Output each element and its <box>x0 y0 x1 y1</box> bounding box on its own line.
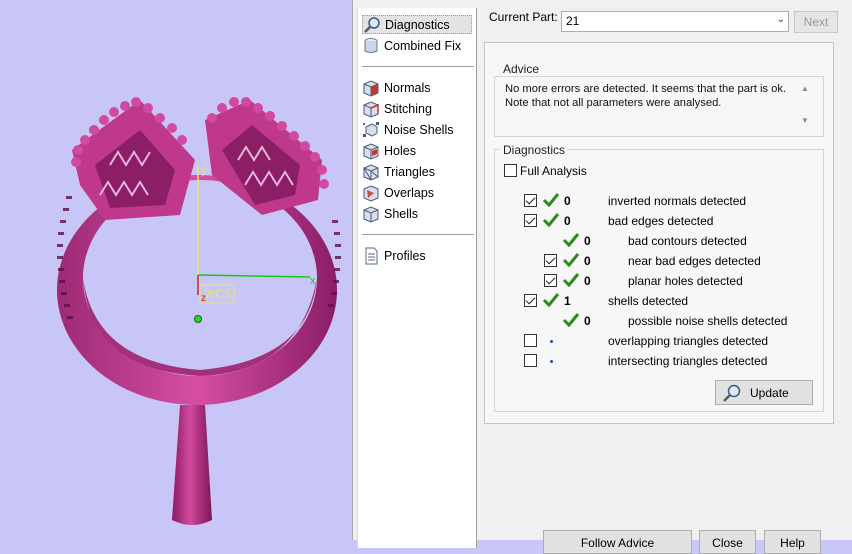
document-icon <box>365 247 378 264</box>
magnifier-icon <box>364 16 380 33</box>
close-label: Close <box>712 536 743 550</box>
green-check-icon <box>562 233 580 248</box>
nav-item-profiles[interactable]: Profiles <box>362 246 472 265</box>
holes-icon <box>363 142 379 160</box>
planar-holes-count: 0 <box>584 274 591 288</box>
wcs-label: WCS <box>204 287 232 301</box>
near-bad-edges-count: 0 <box>584 254 591 268</box>
green-check-icon <box>562 253 580 268</box>
advice-line: No more errors are detected. It seems th… <box>505 83 787 95</box>
nav-item-label: Holes <box>384 143 416 158</box>
nav-separator <box>362 234 474 236</box>
current-part-value: 21 <box>566 14 580 28</box>
triangles-icon <box>363 163 379 181</box>
follow-advice-button[interactable]: Follow Advice <box>543 530 692 554</box>
bad-contours-count: 0 <box>584 234 591 248</box>
nav-item-diagnostics[interactable]: Diagnostics <box>362 15 472 34</box>
diagnostics-title: Diagnostics <box>500 143 569 157</box>
planar-holes-checkbox[interactable] <box>544 274 557 287</box>
nav-item-noise-shells[interactable]: Noise Shells <box>362 120 472 139</box>
magnifier-icon <box>723 384 741 402</box>
axis-x-label: x <box>310 275 316 287</box>
nav-item-label: Combined Fix <box>384 38 462 53</box>
overlapping-triangles-label: overlapping triangles detected <box>608 334 769 348</box>
green-check-icon <box>542 213 560 228</box>
scroll-down-icon[interactable]: ▼ <box>801 116 809 125</box>
green-check-icon <box>562 273 580 288</box>
nav-item-normals[interactable]: Normals <box>362 78 472 97</box>
chevron-down-icon: ⌄ <box>776 14 785 25</box>
ring-model-view <box>57 97 341 525</box>
nav-item-label: Stitching <box>384 101 432 116</box>
nav-item-combined-fix[interactable]: Combined Fix <box>362 36 472 55</box>
update-button-label: Update <box>750 385 789 400</box>
overlaps-icon <box>363 184 379 202</box>
bad-edges-label: bad edges detected <box>608 214 714 228</box>
shells-label: shells detected <box>608 294 689 308</box>
inverted-normals-checkbox[interactable] <box>524 194 537 207</box>
full-analysis-checkbox[interactable] <box>504 164 517 177</box>
bad-edges-checkbox[interactable] <box>524 214 537 227</box>
near-bad-edges-label: near bad edges detected <box>628 254 761 268</box>
stitching-icon <box>363 100 379 118</box>
help-label: Help <box>780 536 805 550</box>
green-check-icon <box>542 293 560 308</box>
3d-viewport[interactable]: y x z WCS <box>0 0 352 540</box>
help-button[interactable]: Help <box>764 530 821 554</box>
advice-scrollbar[interactable]: ▲ ▼ <box>797 80 814 130</box>
axis-y-label: y <box>201 165 207 177</box>
bad-contours-label: bad contours detected <box>628 234 747 248</box>
scroll-up-icon[interactable]: ▲ <box>801 84 809 93</box>
advice-line: Note that not all parameters were analys… <box>505 97 722 109</box>
nav-item-label: Diagnostics <box>385 17 450 32</box>
nav-item-stitching[interactable]: Stitching <box>362 99 472 118</box>
current-part-select[interactable]: 21 ⌄ <box>561 11 789 32</box>
near-bad-edges-checkbox[interactable] <box>544 254 557 267</box>
dialog-top-edge <box>353 0 852 8</box>
noise-shells-label: possible noise shells detected <box>628 314 788 328</box>
intersecting-triangles-checkbox[interactable] <box>524 354 537 367</box>
shells-count: 1 <box>564 294 571 308</box>
follow-advice-label: Follow Advice <box>580 536 655 550</box>
green-check-icon <box>562 313 580 328</box>
nav-item-label: Shells <box>384 206 419 221</box>
green-check-icon <box>542 193 560 208</box>
normals-icon <box>363 79 379 97</box>
current-part-label: Current Part: <box>489 10 558 24</box>
update-button[interactable]: Update <box>715 380 813 405</box>
intersecting-triangles-label: intersecting triangles detected <box>608 354 768 368</box>
nav-item-holes[interactable]: Holes <box>362 141 472 160</box>
shells-icon <box>363 205 379 223</box>
info-dot-icon <box>550 340 553 343</box>
noise-shells-count: 0 <box>584 314 591 328</box>
full-analysis-label: Full Analysis <box>520 164 587 178</box>
nav-item-overlaps[interactable]: Overlaps <box>362 183 472 202</box>
bad-edges-count: 0 <box>564 214 571 228</box>
next-button[interactable]: Next <box>794 11 838 33</box>
nav-item-label: Profiles <box>384 248 426 263</box>
nav-item-shells[interactable]: Shells <box>362 204 472 223</box>
shells-checkbox[interactable] <box>524 294 537 307</box>
noise-shells-icon <box>363 121 379 137</box>
advice-title: Advice <box>500 62 543 76</box>
nav-item-label: Noise Shells <box>384 122 454 137</box>
cylinder-icon <box>364 37 378 53</box>
nav-item-label: Normals <box>384 80 431 95</box>
nav-separator <box>362 66 474 68</box>
wizard-navigation: Diagnostics Combined Fix Normals Stitchi… <box>357 8 477 548</box>
close-button[interactable]: Close <box>699 530 756 554</box>
advice-text: No more errors are detected. It seems th… <box>505 82 800 110</box>
info-dot-icon <box>550 360 553 363</box>
nav-item-triangles[interactable]: Triangles <box>362 162 472 181</box>
overlapping-triangles-checkbox[interactable] <box>524 334 537 347</box>
nav-item-label: Triangles <box>384 164 435 179</box>
inverted-normals-count: 0 <box>564 194 571 208</box>
inverted-normals-label: inverted normals detected <box>608 194 747 208</box>
nav-item-label: Overlaps <box>384 185 435 200</box>
planar-holes-label: planar holes detected <box>628 274 743 288</box>
